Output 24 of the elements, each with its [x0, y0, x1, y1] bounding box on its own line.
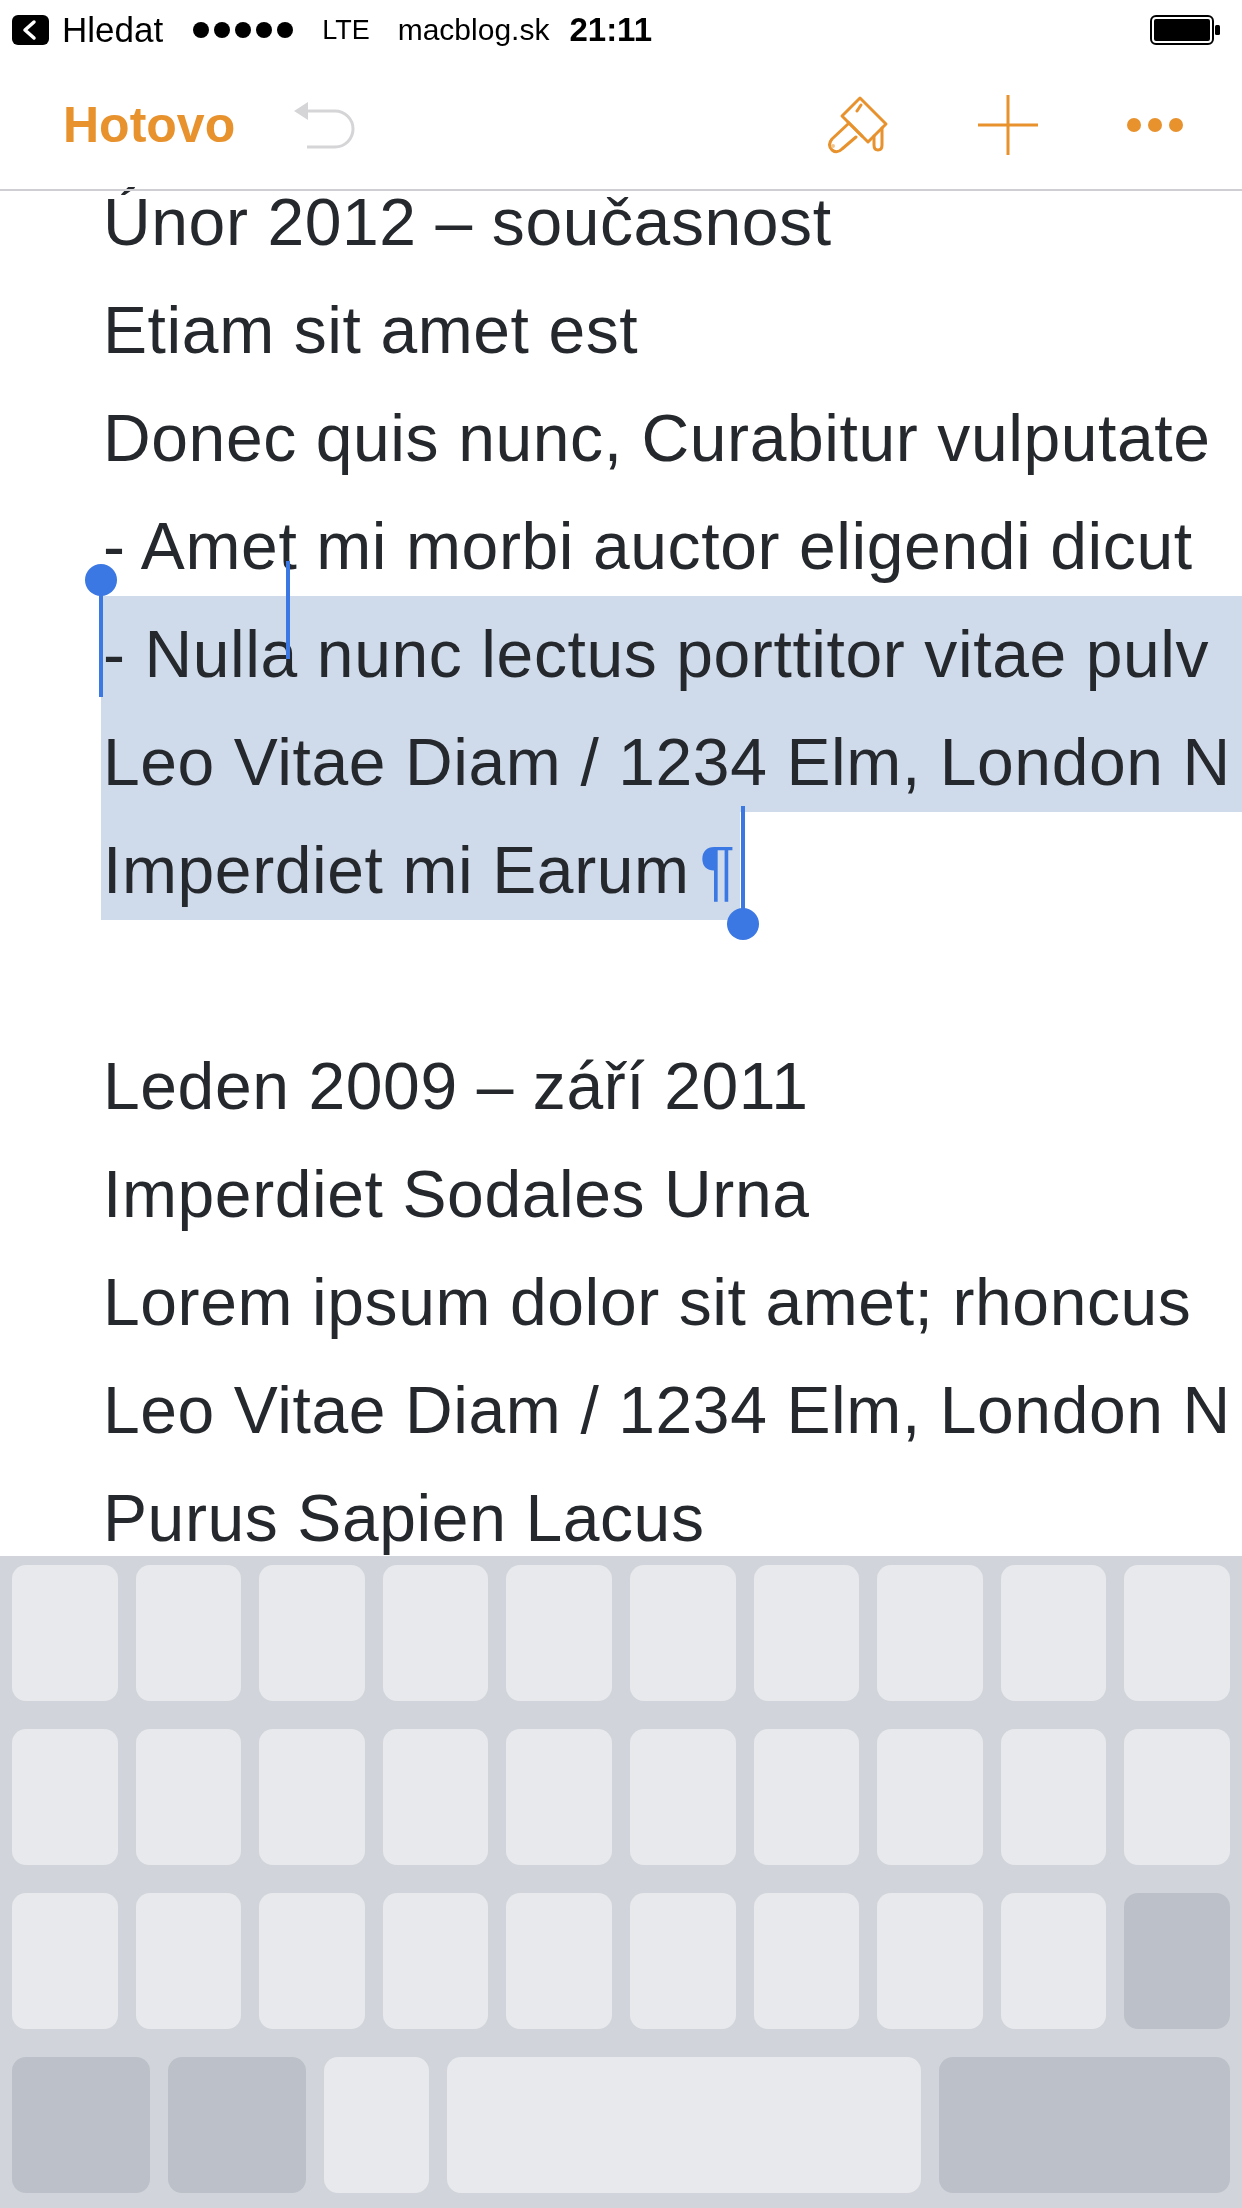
text-line: - Amet mi morbi auctor eligendi dicut: [103, 509, 1193, 583]
back-link[interactable]: Hledat: [12, 10, 164, 50]
text-line: Donec quis nunc, Curabitur vulputate: [103, 401, 1211, 475]
back-icon: [12, 15, 49, 45]
text-line: Imperdiet Sodales Urna: [103, 1157, 810, 1231]
more-button[interactable]: [1127, 117, 1183, 132]
battery-icon: [1150, 15, 1220, 45]
text-line: Etiam sit amet est: [103, 293, 639, 367]
status-label: macblog.sk: [397, 13, 550, 47]
text-line: Lorem ipsum dolor sit amet; rhoncus: [103, 1265, 1192, 1339]
text-line: Imperdiet mi Earum: [103, 833, 690, 907]
text-line: - Nulla nunc lectus porttitor vitae pulv: [103, 617, 1210, 691]
text-line: Leden 2009 – září 2011: [103, 1049, 809, 1123]
add-button[interactable]: [978, 94, 1038, 155]
text-line: Leo Vitae Diam / 1234 Elm, London N: [103, 1373, 1231, 1447]
more-icon: [1127, 117, 1183, 132]
paragraph-mark: ¶: [699, 833, 736, 907]
plus-icon: [978, 94, 1038, 155]
text-line: Leo Vitae Diam / 1234 Elm, London N: [103, 725, 1231, 799]
network-label: LTE: [322, 14, 370, 46]
clock: 21:11: [569, 11, 652, 49]
text-line: Únor 2012 – současnost: [103, 185, 832, 259]
text-line: Purus Sapien Lacus: [103, 1481, 705, 1555]
signal-icon: [193, 22, 296, 38]
